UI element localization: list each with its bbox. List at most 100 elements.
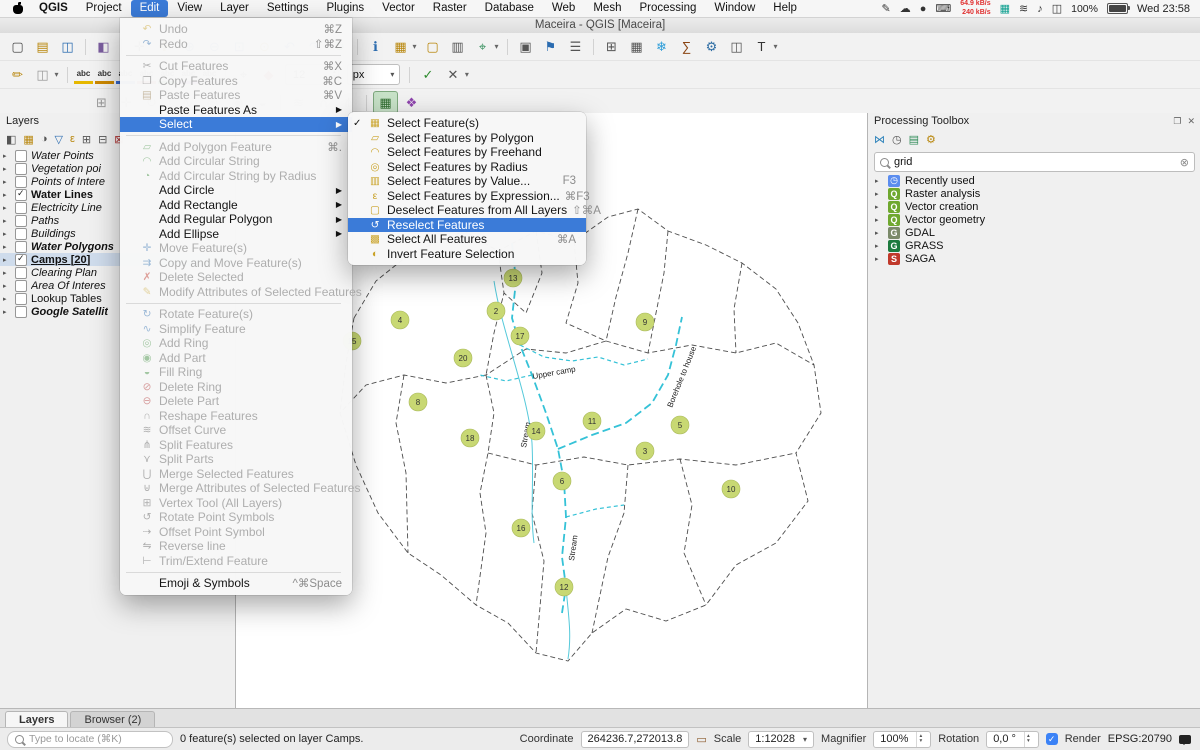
clear-button[interactable]: ✕ [441,64,464,85]
camp-marker[interactable]: 10 [722,480,740,498]
render-checkbox[interactable]: ✓ [1046,733,1058,745]
menu-item-select-all-features[interactable]: ✓ ▩ Select All Features ⌘A ▶ [348,232,586,247]
menu-item-emoji-symbols[interactable]: ✓ Emoji & Symbols ^⌘Space ▶ [120,576,352,591]
camp-marker[interactable]: 16 [512,519,530,537]
layer-visibility-checkbox[interactable] [15,202,27,214]
deselect-button[interactable]: ▢ [421,36,444,57]
menu-item-add-circular-string-by-radius[interactable]: ✓ ◔ Add Circular String by Radius ▶ [120,169,352,184]
layout-manager-button[interactable]: ▦ [625,36,648,57]
menu-item-reshape-features[interactable]: ✓ ∩ Reshape Features ▶ [120,409,352,424]
disclosure-triangle-icon[interactable]: ▸ [875,229,883,237]
menubar-project[interactable]: Project [77,0,131,17]
camp-marker[interactable]: 13 [504,269,522,287]
battery-icon[interactable] [1107,3,1128,14]
toolbox-item-saga[interactable]: ▸ S SAGA [868,252,1200,265]
layer-visibility-checkbox[interactable] [15,306,27,318]
record-dot-icon[interactable]: ● [920,3,927,15]
menubar-window[interactable]: Window [705,0,764,17]
menu-item-cut-features[interactable]: ✓ ✂ Cut Features ⌘X ▶ [120,59,352,74]
camp-marker[interactable]: 20 [454,349,472,367]
disclosure-triangle-icon[interactable]: ▸ [875,255,883,263]
camp-marker[interactable]: 12 [555,578,573,596]
layer-visibility-checkbox[interactable] [15,215,27,227]
menu-item-modify-attributes[interactable]: ✓ ✎ Modify Attributes of Selected Featur… [120,285,352,300]
snapping-button[interactable]: ❄ [650,36,673,57]
menu-item-delete-ring[interactable]: ✓ ⊘ Delete Ring ▶ [120,380,352,395]
menu-item-undo[interactable]: ✓ ↶ Undo ⌘Z ▶ [120,22,352,37]
toolbox-item-vector-geometry[interactable]: ▸ Q Vector geometry [868,213,1200,226]
keyboard-icon[interactable]: ⌨ [935,2,951,15]
menu-item-move-features[interactable]: ✓ ✛ Move Feature(s) ▶ [120,241,352,256]
menu-item-paste-features[interactable]: ✓ ▤ Paste Features ⌘V ▶ [120,88,352,103]
menu-item-select-features[interactable]: ✓ ▦ Select Feature(s) ▶ [348,116,586,131]
text-annotation-button[interactable]: T [750,36,773,57]
toolbox-item-gdal[interactable]: ▸ G GDAL [868,226,1200,239]
scale-combobox[interactable]: 1:12028 ▾ [748,731,814,748]
new-project-button[interactable]: ▢ [6,36,29,57]
clear-search-icon[interactable]: ⊗ [1180,156,1189,169]
menu-item-fill-ring[interactable]: ✓ ◒ Fill Ring ▶ [120,365,352,380]
expression-filter-icon[interactable]: ε [70,133,75,145]
menu-item-copy-features[interactable]: ✓ ❐ Copy Features ⌘C ▶ [120,74,352,89]
draw-icon[interactable]: ✎ [881,2,890,15]
menu-item-add-circular-string[interactable]: ✓ ◠ Add Circular String ▶ [120,154,352,169]
disclosure-triangle-icon[interactable]: ▸ [3,308,11,316]
camp-marker[interactable]: 18 [461,429,479,447]
menu-item-add-part[interactable]: ✓ ◉ Add Part ▶ [120,351,352,366]
label-options-button[interactable]: abc [74,66,93,84]
toolbox-item-vector-creation[interactable]: ▸ Q Vector creation [868,200,1200,213]
disclosure-triangle-icon[interactable]: ▸ [3,243,11,251]
magnifier-spinner[interactable]: 100% ▴▾ [873,731,931,748]
save-edits-button[interactable]: ◫ [31,64,54,85]
menu-item-rotate-features[interactable]: ✓ ↻ Rotate Feature(s) ▶ [120,307,352,322]
menu-item-paste-features-as[interactable]: ✓ Paste Features As ▶ [120,103,352,118]
menu-item-vertex-tool[interactable]: ✓ ⊞ Vertex Tool (All Layers) ▶ [120,496,352,511]
control-center-icon[interactable]: ◫ [1052,2,1062,15]
check-geometries-button[interactable]: ❖ [400,92,423,113]
options-icon[interactable]: ⚙ [926,133,936,146]
disclosure-triangle-icon[interactable]: ▸ [3,191,11,199]
camp-marker[interactable]: 2 [487,302,505,320]
menu-item-offset-point-symbol[interactable]: ✓ ⇢ Offset Point Symbol ▶ [120,525,352,540]
menu-item-add-rectangle[interactable]: ✓ Add Rectangle ▶ [120,198,352,213]
select-tool-active-button[interactable]: ▦ [373,91,398,114]
menu-item-select-by-value[interactable]: ✓ ▥ Select Features by Value... F3 ▶ [348,174,586,189]
toolbox-item-grass[interactable]: ▸ G GRASS [868,239,1200,252]
layer-visibility-checkbox[interactable] [15,189,27,201]
disclosure-triangle-icon[interactable]: ▸ [3,165,11,173]
menubar-mesh[interactable]: Mesh [584,0,630,17]
menubar-processing[interactable]: Processing [630,0,705,17]
camp-marker[interactable]: 17 [511,327,529,345]
menu-item-reselect-features[interactable]: ✓ ↺ Reselect Features ▶ [348,218,586,233]
menubar-view[interactable]: View [168,0,211,17]
disclosure-triangle-icon[interactable]: ▸ [3,217,11,225]
layer-visibility-checkbox[interactable] [15,176,27,188]
network-speed-indicator[interactable]: 64.9 kB/s 240 kB/s [960,0,990,16]
menu-item-split-features[interactable]: ✓ ⋔ Split Features ▶ [120,438,352,453]
menu-item-add-polygon-feature[interactable]: ✓ ▱ Add Polygon Feature ⌘. ▶ [120,140,352,155]
layer-visibility-checkbox[interactable] [15,150,27,162]
history-icon[interactable]: ◷ [892,133,902,146]
menubar-plugins[interactable]: Plugins [317,0,373,17]
select-dropdown-caret[interactable]: ▾ [410,36,419,57]
add-group-icon[interactable]: ▦ [23,133,33,146]
menubar-help[interactable]: Help [764,0,806,17]
menu-item-select-by-expression[interactable]: ✓ ε Select Features by Expression... ⌘F3… [348,189,586,204]
layer-visibility-checkbox[interactable] [15,293,27,305]
style-manager-button[interactable]: ◧ [92,36,115,57]
expand-all-icon[interactable]: ⊞ [82,133,91,146]
rotation-spinner[interactable]: 0,0 ° ▴▾ [986,731,1039,748]
layer-visibility-checkbox[interactable] [15,228,27,240]
undock-panel-icon[interactable]: ❐ [1173,116,1181,127]
camp-marker[interactable]: 8 [409,393,427,411]
messages-icon[interactable] [1179,735,1191,744]
layer-visibility-checkbox[interactable] [15,241,27,253]
measure-dropdown-caret[interactable]: ▾ [492,36,501,57]
menu-item-select[interactable]: ✓ Select ▶ [120,117,352,132]
menu-item-delete-selected[interactable]: ✓ ✗ Delete Selected ▶ [120,270,352,285]
results-viewer-icon[interactable]: ▤ [909,133,919,146]
menu-item-merge-attributes[interactable]: ✓ ⊎ Merge Attributes of Selected Feature… [120,481,352,496]
layer-visibility-checkbox[interactable] [15,267,27,279]
toggle-editing-button[interactable]: ✏ [6,64,29,85]
menu-item-reverse-line[interactable]: ✓ ⇋ Reverse line ▶ [120,539,352,554]
